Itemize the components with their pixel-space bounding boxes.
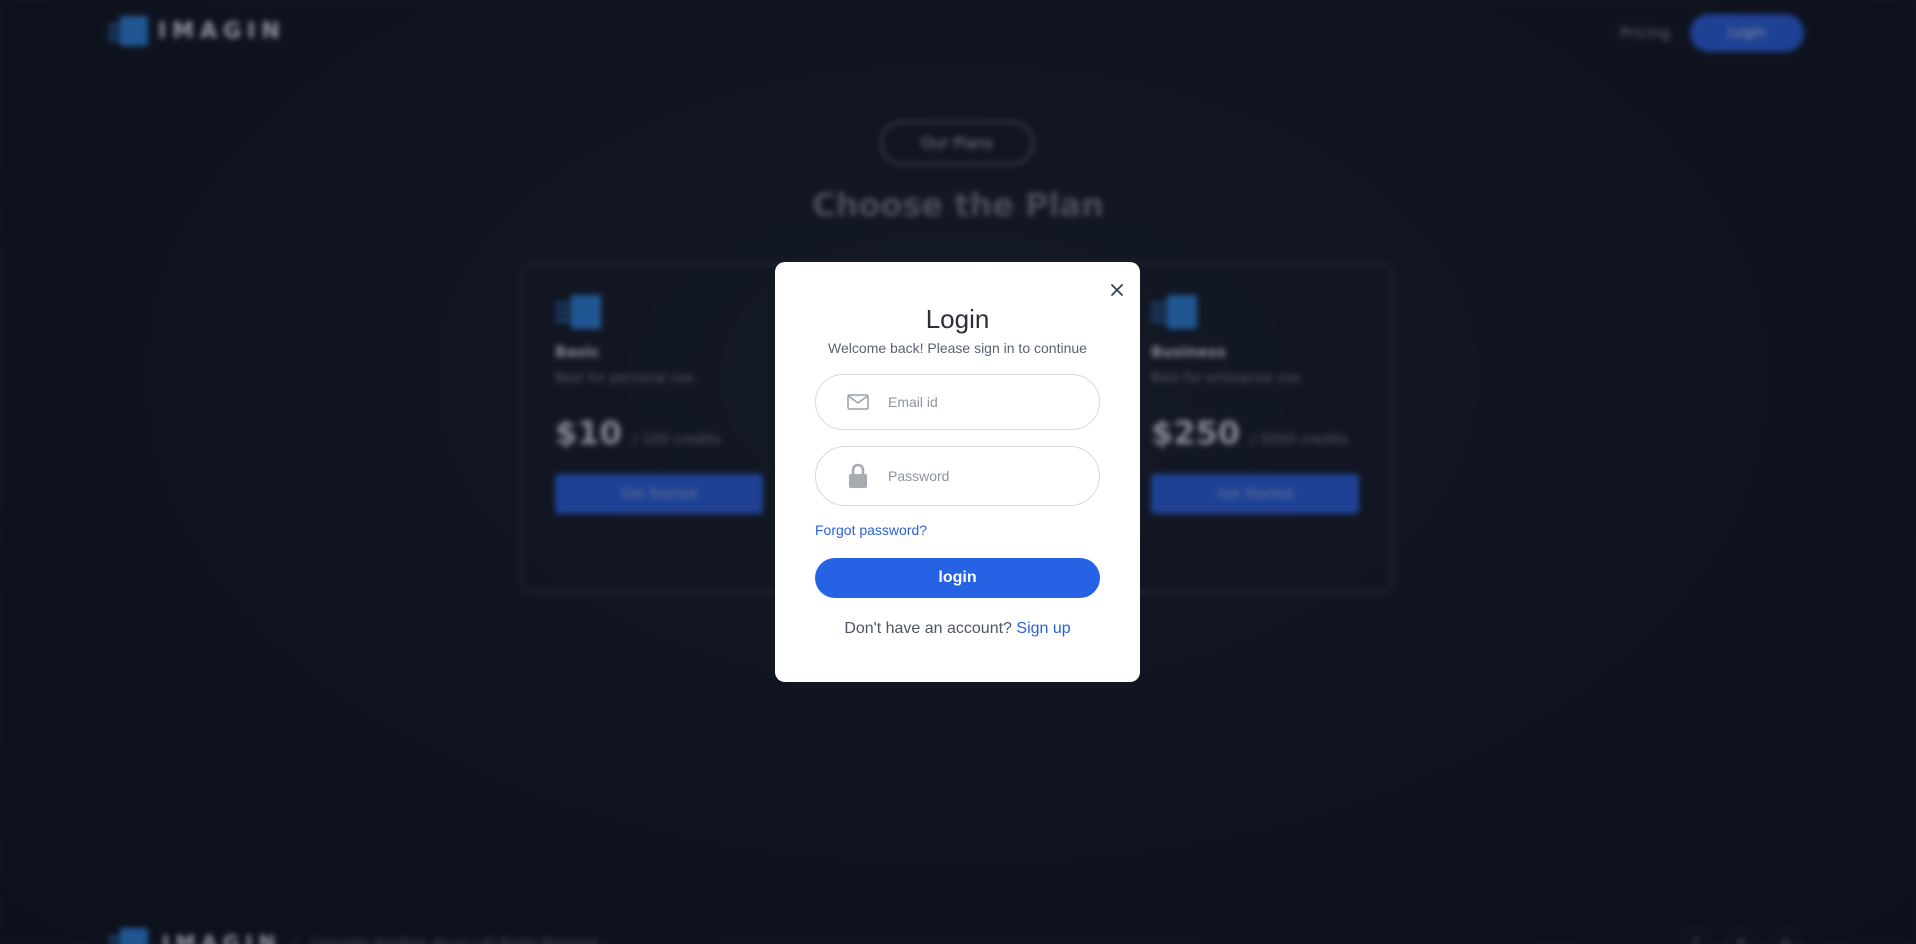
email-input[interactable] — [888, 394, 1088, 410]
no-account-text: Don't have an account? — [844, 620, 1012, 637]
signup-link[interactable]: Sign up — [1016, 620, 1070, 637]
login-modal: Login Welcome back! Please sign in to co… — [775, 262, 1140, 682]
password-field[interactable] — [815, 446, 1100, 506]
email-field[interactable] — [815, 374, 1100, 430]
modal-title: Login — [925, 304, 990, 334]
login-button[interactable]: login — [815, 558, 1100, 598]
password-input[interactable] — [888, 468, 1088, 484]
mail-icon — [846, 390, 870, 414]
modal-subtitle: Welcome back! Please sign in to continue — [828, 340, 1087, 356]
lock-icon — [846, 463, 870, 488]
signup-prompt: Don't have an account? Sign up — [775, 620, 1140, 638]
forgot-password-link[interactable]: Forgot password? — [815, 522, 927, 538]
close-icon[interactable] — [1105, 278, 1129, 302]
